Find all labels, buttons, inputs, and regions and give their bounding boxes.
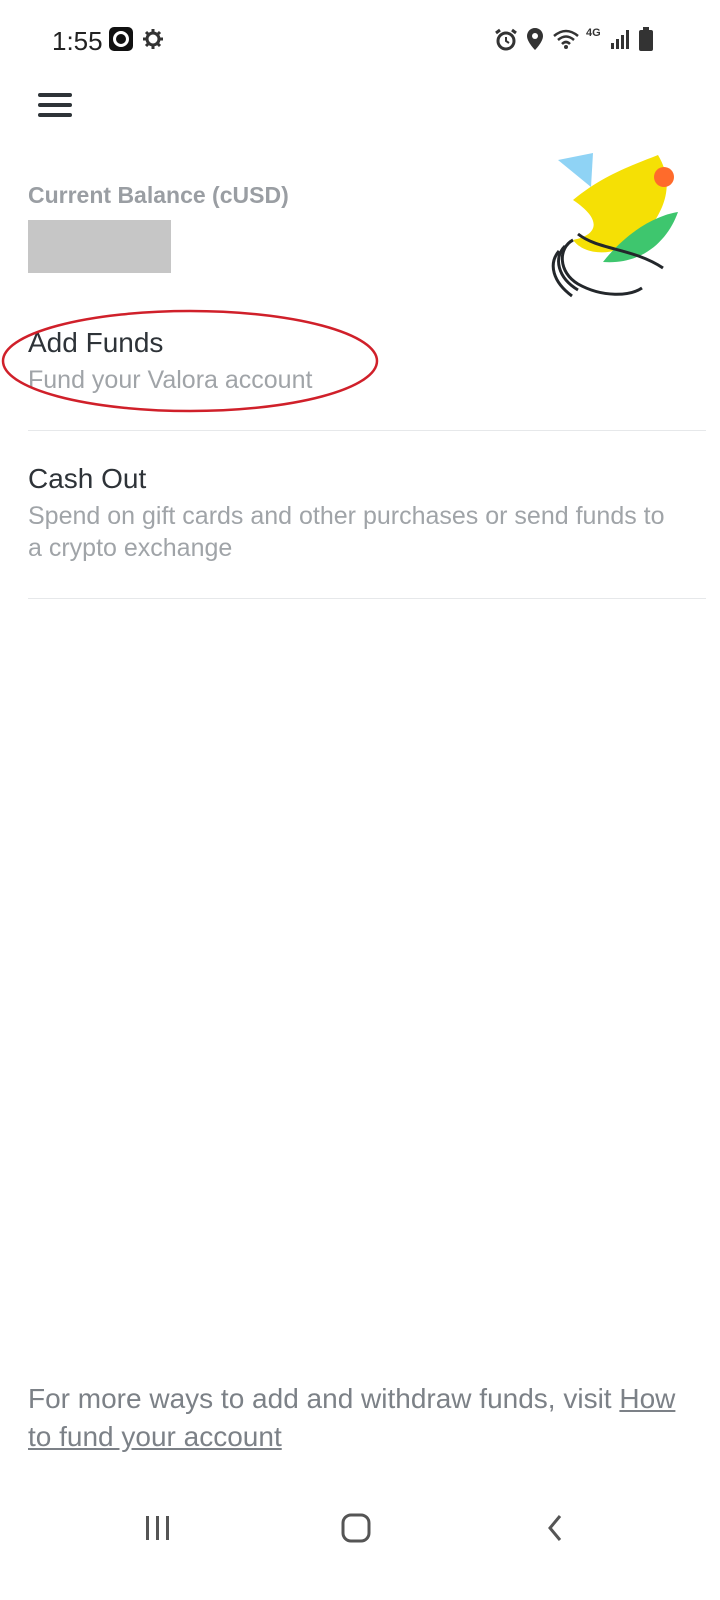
cash-out-title: Cash Out	[28, 463, 147, 494]
cash-out-subtitle: Spend on gift cards and other purchases …	[28, 502, 665, 562]
settings-gear-icon	[143, 29, 163, 49]
system-nav-bar	[0, 1490, 720, 1570]
footer-text: For more ways to add and withdraw funds,…	[28, 1380, 688, 1456]
app-notification-icon	[109, 27, 133, 51]
recent-apps-icon[interactable]	[118, 1490, 198, 1560]
wifi-icon	[553, 29, 579, 49]
signal-icon	[611, 30, 629, 49]
cash-out-option[interactable]: Cash Out Spend on gift cards and other p…	[28, 462, 706, 564]
hamburger-menu-icon[interactable]	[34, 88, 78, 124]
add-funds-subtitle: Fund your Valora account	[28, 366, 313, 394]
balance-value-redacted	[28, 220, 171, 273]
status-bar: 1:55 4G	[0, 0, 720, 80]
fund-illustration	[551, 153, 678, 298]
footer-message: For more ways to add and withdraw funds,…	[28, 1383, 612, 1414]
add-funds-title: Add Funds	[28, 327, 164, 358]
status-time: 1:55	[52, 26, 103, 56]
balance-label: Current Balance (cUSD)	[28, 182, 289, 208]
back-icon[interactable]	[514, 1490, 594, 1560]
divider	[28, 598, 706, 599]
divider	[28, 430, 706, 431]
location-icon	[527, 28, 543, 50]
home-icon[interactable]	[316, 1490, 396, 1560]
alarm-icon	[495, 28, 517, 51]
add-funds-option[interactable]: Add Funds Fund your Valora account	[28, 326, 706, 396]
battery-icon	[639, 27, 653, 51]
network-type: 4G	[586, 27, 601, 39]
